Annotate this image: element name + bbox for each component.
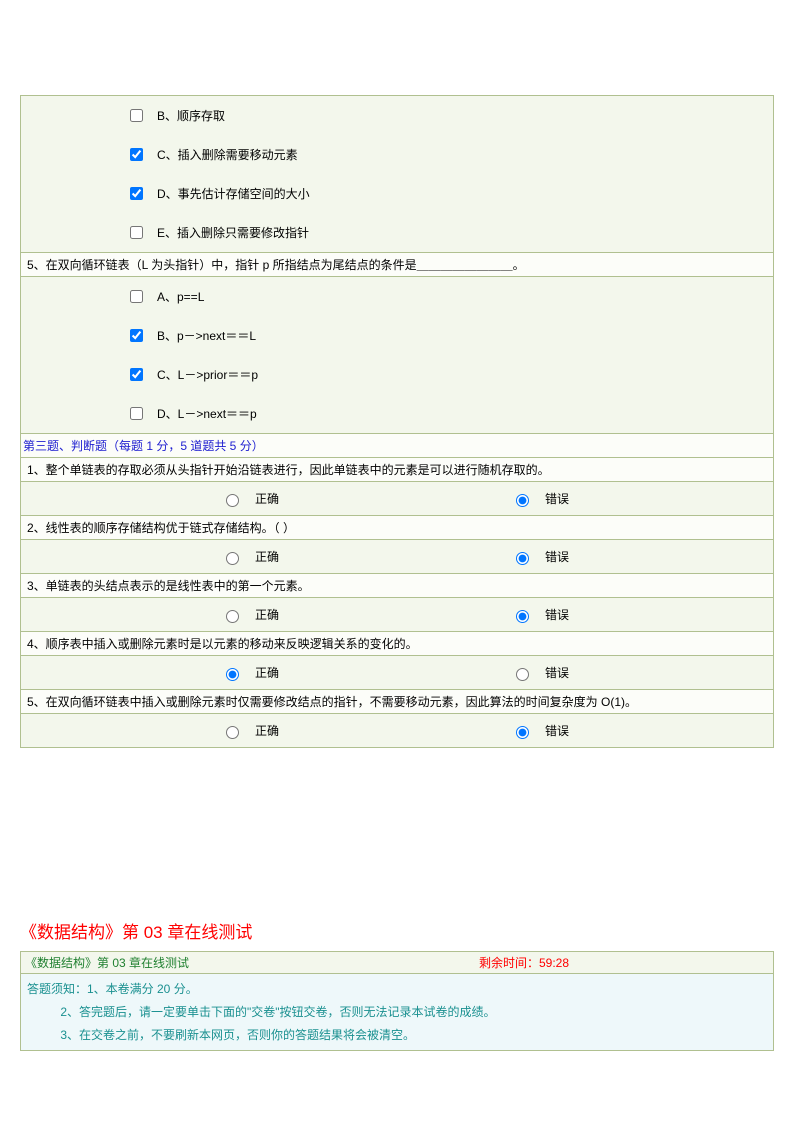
- radio-false-4[interactable]: [516, 668, 529, 681]
- radio-false-3[interactable]: [516, 610, 529, 623]
- notice-line-2: 2、答完题后，请一定要单击下面的"交卷"按钮交卷，否则无法记录本试卷的成绩。: [27, 1001, 767, 1024]
- checkbox-option: C、L－>prior＝＝p: [21, 355, 773, 394]
- false-label: 错误: [545, 490, 569, 507]
- option-label: D、事先估计存储空间的大小: [157, 185, 310, 202]
- option-label: C、插入删除需要移动元素: [157, 146, 298, 163]
- option-label: B、顺序存取: [157, 107, 225, 124]
- checkbox-B[interactable]: [130, 329, 143, 342]
- page-title: 《数据结构》第 03 章在线测试: [20, 918, 774, 943]
- checkbox-E[interactable]: [130, 226, 143, 239]
- radio-false-1[interactable]: [516, 494, 529, 507]
- checkbox-option: D、L－>next＝＝p: [21, 394, 773, 433]
- question-5: 5、在双向循环链表（L 为头指针）中，指针 p 所指结点为尾结点的条件是＿＿＿＿…: [21, 252, 773, 277]
- checkbox-option: E、插入删除只需要修改指针: [21, 213, 773, 252]
- checkbox-C[interactable]: [130, 148, 143, 161]
- option-label: D、L－>next＝＝p: [157, 405, 257, 422]
- checkbox-option: A、p==L: [21, 277, 773, 316]
- notice-line-1: 答题须知：1、本卷满分 20 分。: [27, 978, 767, 1001]
- tf-question-1: 1、整个单链表的存取必须从头指针开始沿链表进行，因此单链表中的元素是可以进行随机…: [21, 458, 773, 482]
- false-label: 错误: [545, 664, 569, 681]
- checkbox-B[interactable]: [130, 109, 143, 122]
- true-label: 正确: [255, 722, 279, 739]
- tf-row: 正确 错误: [21, 482, 773, 515]
- exam-name: 《数据结构》第 03 章在线测试: [25, 954, 479, 971]
- checkbox-D[interactable]: [130, 407, 143, 420]
- tf-question-2: 2、线性表的顺序存储结构优于链式存储结构。（ ）: [21, 515, 773, 540]
- radio-true-5[interactable]: [226, 726, 239, 739]
- radio-true-2[interactable]: [226, 552, 239, 565]
- tf-row: 正确 错误: [21, 656, 773, 689]
- false-label: 错误: [545, 548, 569, 565]
- checkbox-option: D、事先估计存储空间的大小: [21, 174, 773, 213]
- radio-false-2[interactable]: [516, 552, 529, 565]
- tf-question-5: 5、在双向循环链表中插入或删除元素时仅需要修改结点的指针，不需要移动元素，因此算…: [21, 689, 773, 714]
- radio-false-5[interactable]: [516, 726, 529, 739]
- radio-true-3[interactable]: [226, 610, 239, 623]
- true-label: 正确: [255, 606, 279, 623]
- checkbox-option: C、插入删除需要移动元素: [21, 135, 773, 174]
- quiz-panel: B、顺序存取 C、插入删除需要移动元素 D、事先估计存储空间的大小 E、插入删除…: [20, 95, 774, 748]
- checkbox-option: B、顺序存取: [21, 96, 773, 135]
- timer-bar: 《数据结构》第 03 章在线测试 剩余时间：59:28: [20, 951, 774, 974]
- notice-box: 答题须知：1、本卷满分 20 分。 2、答完题后，请一定要单击下面的"交卷"按钮…: [20, 974, 774, 1051]
- tf-question-3: 3、单链表的头结点表示的是线性表中的第一个元素。: [21, 573, 773, 598]
- checkbox-D[interactable]: [130, 187, 143, 200]
- false-label: 错误: [545, 722, 569, 739]
- true-label: 正确: [255, 548, 279, 565]
- tf-question-4: 4、顺序表中插入或删除元素时是以元素的移动来反映逻辑关系的变化的。: [21, 631, 773, 656]
- checkbox-C[interactable]: [130, 368, 143, 381]
- false-label: 错误: [545, 606, 569, 623]
- tf-row: 正确 错误: [21, 714, 773, 747]
- true-label: 正确: [255, 664, 279, 681]
- checkbox-option: B、p－>next＝＝L: [21, 316, 773, 355]
- tf-row: 正确 错误: [21, 540, 773, 573]
- checkbox-A[interactable]: [130, 290, 143, 303]
- option-label: B、p－>next＝＝L: [157, 327, 256, 344]
- option-label: E、插入删除只需要修改指针: [157, 224, 309, 241]
- radio-true-4[interactable]: [226, 668, 239, 681]
- section-3-header: 第三题、判断题（每题 1 分，5 道题共 5 分）: [21, 433, 773, 458]
- radio-true-1[interactable]: [226, 494, 239, 507]
- notice-line-3: 3、在交卷之前，不要刷新本网页，否则你的答题结果将会被清空。: [27, 1024, 767, 1047]
- option-label: A、p==L: [157, 288, 204, 305]
- tf-row: 正确 错误: [21, 598, 773, 631]
- true-label: 正确: [255, 490, 279, 507]
- remaining-time: 剩余时间：59:28: [479, 954, 769, 971]
- option-label: C、L－>prior＝＝p: [157, 366, 258, 383]
